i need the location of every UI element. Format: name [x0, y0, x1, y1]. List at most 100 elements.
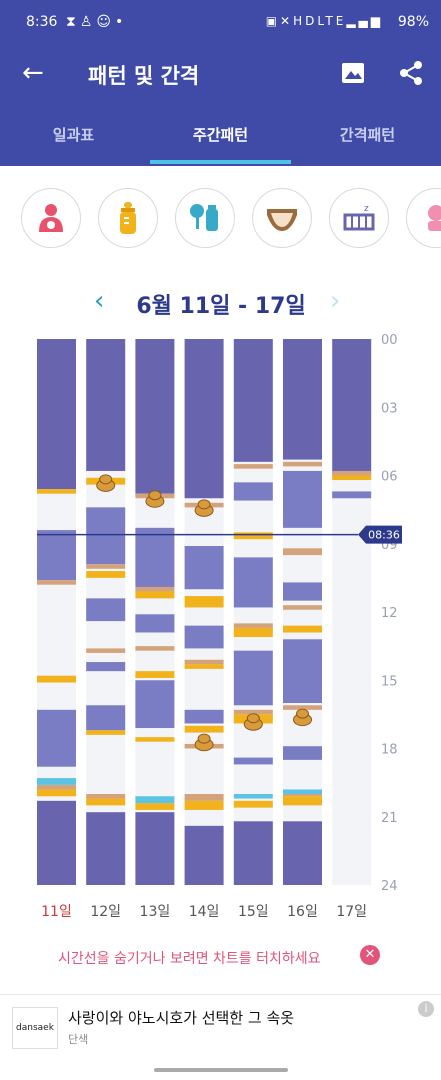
- day-label[interactable]: 12일: [90, 904, 121, 920]
- category-breastfeeding[interactable]: [21, 188, 81, 248]
- image-icon[interactable]: [340, 60, 366, 86]
- sleep-bar: [135, 614, 175, 633]
- day-label[interactable]: 15일: [238, 904, 269, 920]
- week-navigator: ‹ 6월 11일 - 17일 ›: [0, 284, 441, 324]
- feed-bar: [233, 627, 273, 638]
- category-sleep[interactable]: z: [329, 188, 389, 248]
- sleep-bar: [233, 757, 273, 765]
- tab-bar: 일과표 주간패턴 간격패턴: [0, 104, 441, 166]
- tab-weekly-pattern[interactable]: 주간패턴: [147, 104, 294, 166]
- hour-tick-label: 12: [381, 606, 398, 621]
- sleep-bar: [184, 825, 224, 885]
- nfc-icon: ▣: [265, 14, 281, 28]
- diaper-bar: [135, 796, 175, 804]
- hint-text: 시간선을 숨기거나 보려면 차트를 터치하세요: [58, 951, 321, 967]
- home-gesture-pill[interactable]: [154, 1068, 288, 1072]
- sleep-bar: [86, 507, 126, 565]
- app-bar: ← 패턴 및 간격: [0, 44, 441, 104]
- sleep-bar: [283, 582, 322, 601]
- sleep-bar: [283, 639, 322, 703]
- hd-icon: HD: [293, 14, 318, 28]
- hour-tick-label: 06: [381, 470, 398, 485]
- poop-marker-top: [148, 490, 162, 501]
- battery-level: 98%: [397, 14, 429, 30]
- system-nav-bar: [0, 1058, 441, 1080]
- hour-tick-label: 21: [381, 811, 398, 826]
- weekly-pattern-chart[interactable]: 11일 12일 13일 14일 15일 16일 17일0003060912151821240…: [0, 330, 441, 930]
- day-label[interactable]: 13일: [140, 904, 171, 920]
- sleep-bar: [233, 482, 273, 501]
- feed-bar: [135, 671, 175, 678]
- category-filter-row: z: [0, 186, 441, 252]
- feed-accent-bar: [283, 605, 322, 610]
- day-label[interactable]: 14일: [189, 904, 220, 920]
- status-bar: 8:36 ⧗♙☺• ▣✕HDLTE▂▄▆ 98%: [0, 0, 441, 44]
- feed-bar: [184, 596, 224, 608]
- day-label[interactable]: 11일: [41, 904, 72, 920]
- sleep-bar: [86, 662, 126, 672]
- sleep-bar: [184, 339, 224, 499]
- sleep-bar: [37, 530, 76, 581]
- poop-marker-top: [246, 713, 260, 724]
- sleep-bar: [135, 812, 175, 885]
- hourglass-icon: ⧗: [66, 14, 80, 30]
- category-bottle[interactable]: [98, 188, 158, 248]
- share-icon[interactable]: [398, 60, 424, 86]
- category-extra[interactable]: [406, 188, 441, 248]
- sleep-crib-icon: z: [343, 204, 375, 231]
- poop-marker-top: [99, 474, 113, 485]
- feed-bar: [135, 591, 175, 599]
- feed-accent-bar: [184, 794, 224, 801]
- status-time: 8:36: [26, 14, 58, 30]
- feed-bar: [184, 800, 224, 810]
- previous-week-chevron-icon[interactable]: ‹: [94, 286, 104, 316]
- sleep-bar: [283, 821, 322, 885]
- hour-tick-label: 03: [381, 401, 398, 416]
- category-diaper[interactable]: [252, 188, 312, 248]
- feed-bar: [283, 625, 322, 633]
- hour-tick-label: 15: [381, 674, 398, 689]
- lte-icon: LTE: [317, 14, 347, 28]
- sleep-bar: [135, 527, 175, 587]
- category-pumping[interactable]: [175, 188, 235, 248]
- sleep-bar: [233, 650, 273, 706]
- tab-interval-pattern[interactable]: 간격패턴: [294, 104, 441, 166]
- signal-icon: ▂▄▆: [346, 14, 383, 28]
- ad-title: 사랑이와 야노시호가 선택한 그 속옷: [68, 1009, 295, 1027]
- sleep-bar: [184, 709, 224, 724]
- sleep-bar: [37, 709, 76, 767]
- sleep-bar: [233, 557, 273, 608]
- sleep-bar: [37, 339, 76, 490]
- close-hint-icon[interactable]: ✕: [360, 945, 380, 965]
- bottle-icon: [120, 202, 136, 234]
- sleep-bar: [233, 339, 273, 462]
- poop-marker-top: [197, 733, 211, 744]
- ad-banner[interactable]: dansaek 사랑이와 야노시호가 선택한 그 속옷 단색 i: [0, 994, 441, 1059]
- feed-accent-bar: [86, 648, 126, 653]
- person-icon: ♙: [79, 14, 97, 30]
- feed-accent-bar: [283, 461, 322, 467]
- page-title: 패턴 및 간격: [88, 64, 200, 88]
- feed-bar: [37, 489, 76, 494]
- hour-tick-label: 24: [381, 879, 398, 894]
- mute-icon: ✕: [280, 14, 294, 28]
- day-label[interactable]: 16일: [287, 904, 318, 920]
- ad-info-icon[interactable]: i: [418, 1001, 434, 1017]
- feed-bar: [135, 737, 175, 742]
- feed-bar: [184, 725, 224, 733]
- sleep-bar: [184, 546, 224, 590]
- day-label[interactable]: 17일: [336, 904, 367, 920]
- feed-bar: [332, 475, 372, 481]
- feed-bar: [135, 803, 175, 810]
- next-week-chevron-icon[interactable]: ›: [330, 286, 340, 316]
- tab-daily[interactable]: 일과표: [0, 104, 147, 166]
- poop-marker-top: [296, 708, 309, 719]
- sleep-bar: [283, 339, 322, 460]
- back-arrow-icon[interactable]: ←: [22, 58, 44, 88]
- week-range-title: 6월 11일 - 17일: [136, 294, 306, 319]
- feed-accent-bar: [184, 659, 224, 665]
- feed-accent-bar: [135, 586, 175, 592]
- feed-bar: [86, 571, 126, 578]
- pumping-icon: [190, 204, 218, 231]
- feed-bar: [283, 796, 322, 806]
